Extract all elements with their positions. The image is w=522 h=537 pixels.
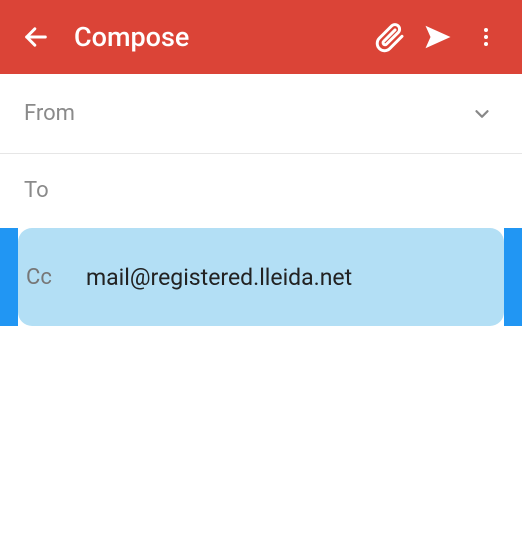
to-row[interactable]: To [0, 154, 522, 228]
send-button[interactable] [414, 13, 462, 61]
compose-toolbar: Compose [0, 0, 522, 74]
attach-button[interactable] [366, 13, 414, 61]
cc-highlight: Cc mail@registered.lleida.net [0, 228, 522, 326]
attachment-icon [374, 21, 406, 53]
to-label: To [24, 178, 94, 203]
cc-row[interactable]: Cc mail@registered.lleida.net [18, 228, 504, 326]
overflow-menu-button[interactable] [462, 13, 510, 61]
send-icon [423, 22, 453, 52]
chevron-down-icon [471, 103, 493, 125]
back-button[interactable] [12, 13, 60, 61]
from-label: From [24, 101, 94, 126]
arrow-back-icon [22, 23, 50, 51]
more-vert-icon [474, 25, 498, 49]
cc-label: Cc [26, 265, 86, 290]
cc-value: mail@registered.lleida.net [86, 264, 352, 291]
page-title: Compose [74, 21, 189, 53]
from-expand-button[interactable] [466, 98, 498, 130]
from-row[interactable]: From [0, 74, 522, 154]
